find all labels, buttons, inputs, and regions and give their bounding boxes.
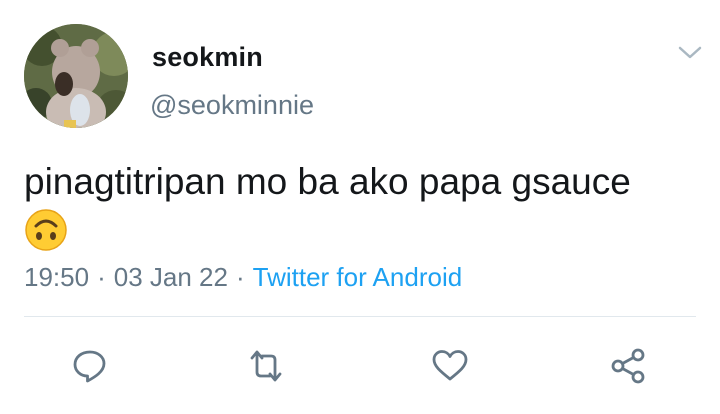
avatar[interactable] [24,24,128,128]
tweet-time[interactable]: 19:50 [24,262,89,292]
like-button[interactable] [430,346,470,386]
avatar-photo [24,24,128,128]
share-button[interactable] [608,346,648,386]
upside-down-face-emoji-icon [24,208,68,252]
meta-separator: · [97,262,106,292]
meta-separator: · [235,262,245,292]
tweet-card: seokmin @seokminnie pinagtitripan mo ba … [0,0,720,414]
retweet-icon [250,350,282,382]
tweet-date[interactable]: 03 Jan 22 [114,262,228,292]
reply-icon [73,350,106,383]
tweet-source-link[interactable]: Twitter for Android [253,262,463,292]
tweet-meta: 19:50 · 03 Jan 22 · Twitter for Android [24,262,462,293]
action-bar [0,340,720,390]
reply-button[interactable] [70,346,110,386]
display-name[interactable]: seokmin [152,42,263,73]
user-handle[interactable]: @seokminnie [150,90,314,121]
divider [24,316,696,317]
share-icon [611,348,645,384]
retweet-button[interactable] [246,346,286,386]
tweet-body: pinagtitripan mo ba ako papa gsauce [24,161,631,202]
chevron-down-icon[interactable] [676,42,704,64]
tweet-text: pinagtitripan mo ba ako papa gsauce [24,158,694,254]
heart-icon [432,350,468,381]
